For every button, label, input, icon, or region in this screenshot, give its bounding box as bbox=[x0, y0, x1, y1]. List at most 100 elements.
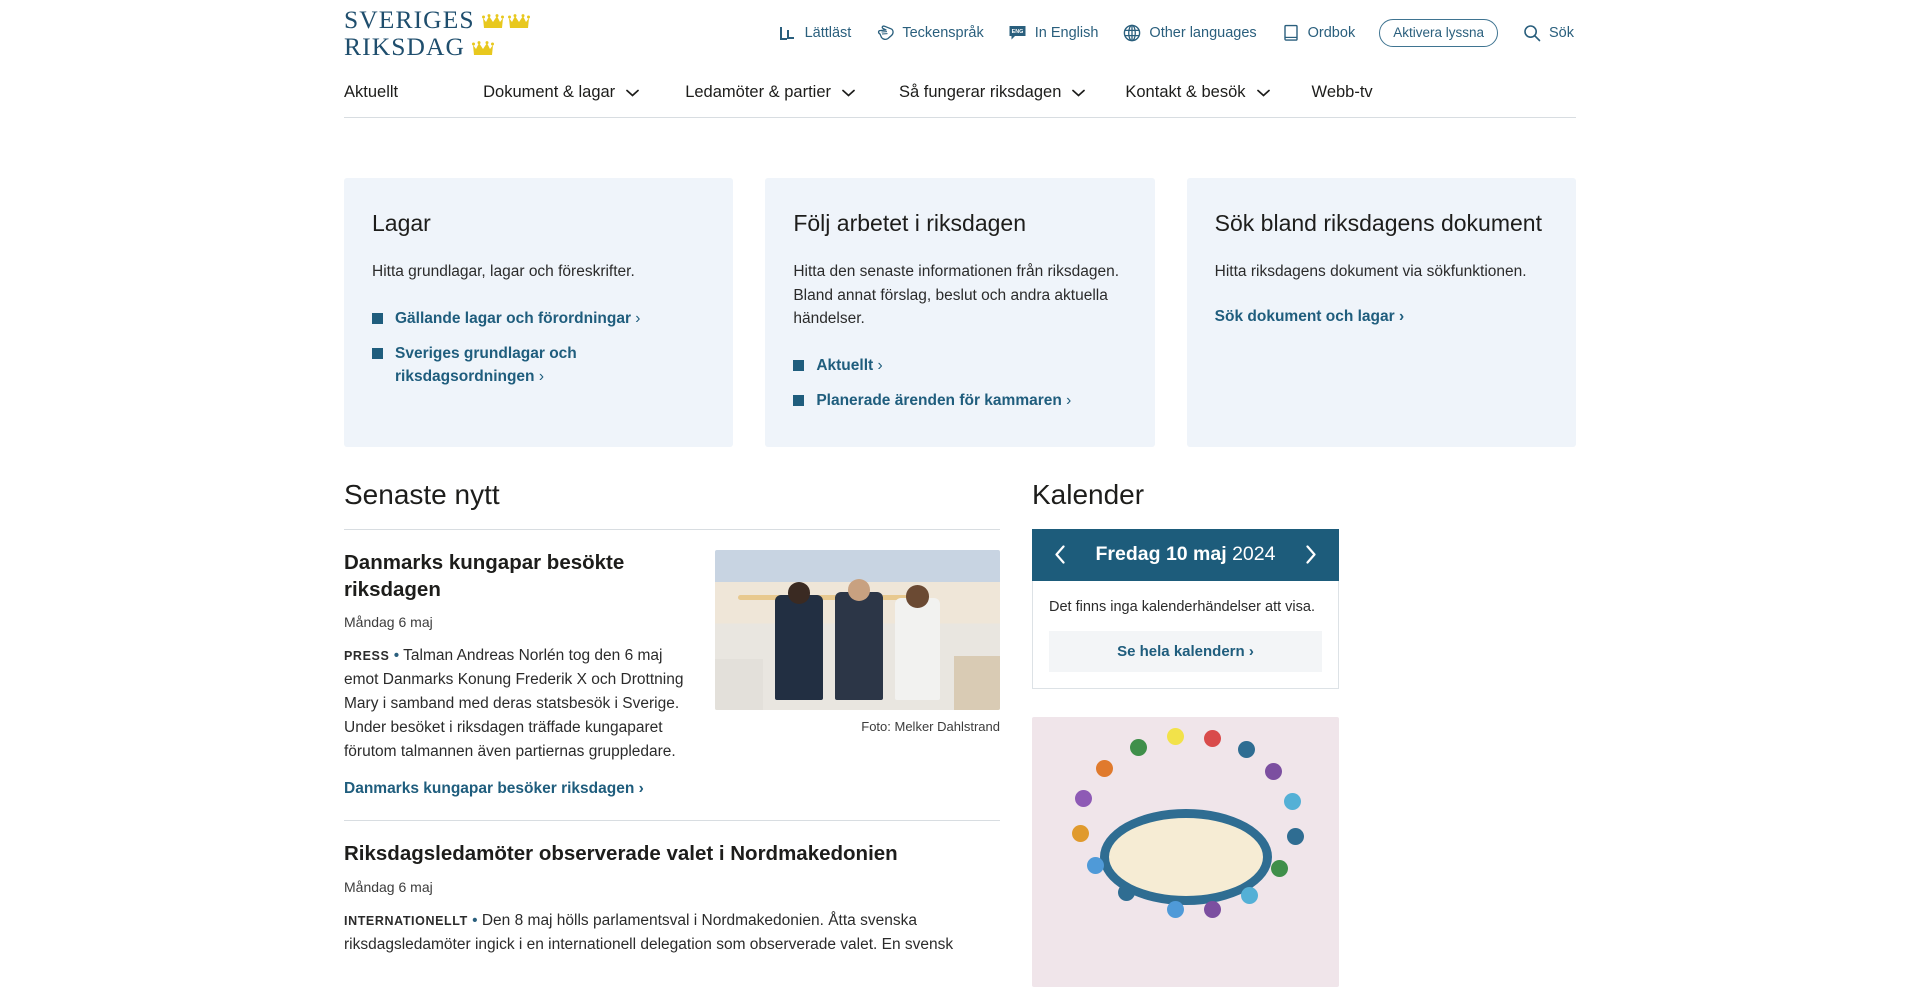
square-bullet-icon bbox=[372, 312, 383, 324]
seat-dot bbox=[1117, 884, 1135, 902]
search-link[interactable]: Sök bbox=[1522, 23, 1574, 43]
nav-item-webb-tv[interactable]: Webb-tv bbox=[1312, 83, 1373, 102]
chevron-right-icon: › bbox=[634, 780, 644, 798]
content-wrapper: SVERIGES RIKSDAG Lättläst Teckenspråk EN… bbox=[344, 0, 1576, 987]
separator-dot: • bbox=[472, 911, 482, 929]
crown-group-bottom bbox=[472, 40, 495, 60]
promo-illustration[interactable] bbox=[1032, 716, 1339, 987]
article-body: INTERNATIONELLT • Den 8 maj hölls parlam… bbox=[344, 909, 1000, 957]
article-photo bbox=[715, 549, 1000, 710]
calendar-view-all-label: Se hela kalendern bbox=[1117, 642, 1245, 660]
utility-label: Ordbok bbox=[1307, 25, 1356, 41]
desk-right bbox=[954, 655, 1000, 710]
utility-link-lattlast[interactable]: Lättläst bbox=[778, 23, 851, 43]
seat-dot bbox=[1203, 900, 1221, 918]
main-navigation: Aktuellt Dokument & lagar Ledamöter & pa… bbox=[344, 68, 1576, 118]
nav-item-kontakt-besok[interactable]: Kontakt & besök bbox=[1125, 83, 1270, 102]
article-date: Måndag 6 maj bbox=[344, 878, 433, 895]
utility-link-ordbok[interactable]: Ordbok bbox=[1281, 23, 1356, 43]
site-logo[interactable]: SVERIGES RIKSDAG bbox=[344, 6, 704, 59]
person-figure bbox=[894, 597, 941, 701]
article-read-more-link[interactable]: Danmarks kungapar besöker riksdagen › bbox=[344, 780, 644, 797]
article-tag: INTERNATIONELLT bbox=[344, 913, 468, 928]
card-lagar: Lagar Hitta grundlagar, lagar och föresk… bbox=[344, 178, 734, 447]
crown-group-top bbox=[481, 14, 530, 33]
card-link[interactable]: Gällande lagar och förordningar › bbox=[372, 308, 705, 330]
nav-item-sa-fungerar-riksdagen[interactable]: Så fungerar riksdagen bbox=[899, 83, 1086, 102]
feature-cards: Lagar Hitta grundlagar, lagar och föresk… bbox=[344, 178, 1576, 447]
lower-section: Senaste nytt Danmarks kungapar besökte r… bbox=[344, 479, 1576, 987]
nav-item-aktuellt[interactable]: Aktuellt bbox=[344, 83, 398, 102]
seat-dot bbox=[1167, 727, 1185, 745]
utility-label: Other languages bbox=[1149, 25, 1257, 41]
calendar-year: 2024 bbox=[1232, 543, 1276, 566]
desk-left bbox=[715, 658, 764, 710]
chevron-right-icon: › bbox=[630, 309, 641, 327]
utility-links: Lättläst Teckenspråk ENG In English Othe… bbox=[704, 19, 1576, 47]
crown-icon bbox=[481, 14, 504, 28]
calendar-current-day: Fredag 10 maj 2024 bbox=[1096, 543, 1276, 566]
sidebar: Kalender Fredag 10 maj 2024 Det finns in… bbox=[1032, 479, 1339, 987]
calendar-body: Det finns inga kalenderhändelser att vis… bbox=[1032, 580, 1339, 689]
card-link-label: Gällande lagar och förordningar bbox=[395, 309, 631, 327]
crown-icon bbox=[507, 14, 530, 28]
card-link[interactable]: Aktuellt › bbox=[793, 355, 1126, 377]
seat-dot bbox=[1240, 887, 1258, 905]
card-link[interactable]: Planerade ärenden för kammaren › bbox=[793, 390, 1126, 412]
card-link-label: Sveriges grundlagar och riksdagsordninge… bbox=[395, 345, 577, 385]
seat-dot bbox=[1071, 824, 1089, 842]
seat-dot bbox=[1283, 792, 1301, 810]
article-tag: PRESS bbox=[344, 649, 390, 664]
calendar-next-button[interactable] bbox=[1299, 541, 1323, 568]
nav-item-ledamoter-partier[interactable]: Ledamöter & partier bbox=[685, 83, 855, 102]
chevron-right-icon bbox=[1306, 545, 1316, 565]
nav-label: Så fungerar riksdagen bbox=[899, 83, 1062, 101]
card-link-list: Aktuellt › Planerade ärenden för kammare… bbox=[793, 355, 1126, 413]
chevron-right-icon: › bbox=[1244, 642, 1254, 660]
card-link[interactable]: Sveriges grundlagar och riksdagsordninge… bbox=[372, 343, 705, 388]
person-figure bbox=[834, 591, 884, 701]
card-link-list: Sök dokument och lagar › bbox=[1215, 308, 1548, 326]
calendar-day-label: Fredag 10 maj bbox=[1095, 543, 1227, 566]
section-heading-news: Senaste nytt bbox=[344, 478, 500, 510]
seat-dot bbox=[1167, 900, 1185, 918]
chevron-right-icon: › bbox=[873, 357, 883, 374]
square-bullet-icon bbox=[793, 360, 805, 371]
chevron-right-icon: › bbox=[534, 367, 544, 385]
chevron-down-icon bbox=[1072, 89, 1086, 97]
seat-dot bbox=[1096, 760, 1114, 778]
article-link-label: Danmarks kungapar besöker riksdagen bbox=[344, 780, 635, 798]
globe-icon bbox=[1122, 23, 1142, 43]
activate-listen-button[interactable]: Aktivera lyssna bbox=[1379, 19, 1498, 47]
chevron-right-icon: › bbox=[1394, 307, 1405, 325]
card-title: Lagar bbox=[372, 210, 431, 236]
chevron-down-icon bbox=[1256, 89, 1270, 97]
utility-link-in-english[interactable]: ENG In English bbox=[1008, 23, 1098, 43]
news-article: Riksdagsledamöter observerade valet i No… bbox=[344, 841, 1000, 973]
person-head bbox=[905, 585, 929, 608]
book-icon bbox=[1281, 23, 1301, 43]
calendar-view-all-link[interactable]: Se hela kalendern › bbox=[1049, 630, 1322, 672]
logo-text-line1: SVERIGES bbox=[344, 5, 475, 35]
search-icon bbox=[1522, 23, 1542, 43]
divider bbox=[344, 820, 1000, 822]
utility-link-other-languages[interactable]: Other languages bbox=[1122, 23, 1257, 43]
calendar-prev-button[interactable] bbox=[1048, 541, 1072, 568]
search-label: Sök bbox=[1549, 25, 1574, 41]
nav-label: Webb-tv bbox=[1311, 83, 1373, 101]
calendar-empty-message: Det finns inga kalenderhändelser att vis… bbox=[1049, 598, 1315, 615]
article-text-block: Riksdagsledamöter observerade valet i No… bbox=[344, 841, 1000, 973]
nav-item-dokument-lagar[interactable]: Dokument & lagar bbox=[483, 83, 640, 102]
seat-dot bbox=[1265, 762, 1283, 780]
article-figure: Foto: Melker Dahlstrand bbox=[715, 549, 1000, 798]
crown-icon bbox=[472, 40, 495, 55]
square-bullet-icon bbox=[372, 348, 383, 360]
separator-dot: • bbox=[393, 647, 404, 665]
article-body: PRESS • Talman Andreas Norlén tog den 6 … bbox=[344, 644, 697, 764]
seat-dot bbox=[1271, 860, 1289, 878]
square-bullet-icon bbox=[793, 395, 805, 407]
card-sok-dokument: Sök bland riksdagens dokument Hitta riks… bbox=[1186, 178, 1576, 447]
card-link[interactable]: Sök dokument och lagar › bbox=[1215, 308, 1548, 326]
utility-link-teckensprak[interactable]: Teckenspråk bbox=[875, 23, 984, 43]
card-link-list: Gällande lagar och förordningar › Sverig… bbox=[372, 308, 705, 388]
